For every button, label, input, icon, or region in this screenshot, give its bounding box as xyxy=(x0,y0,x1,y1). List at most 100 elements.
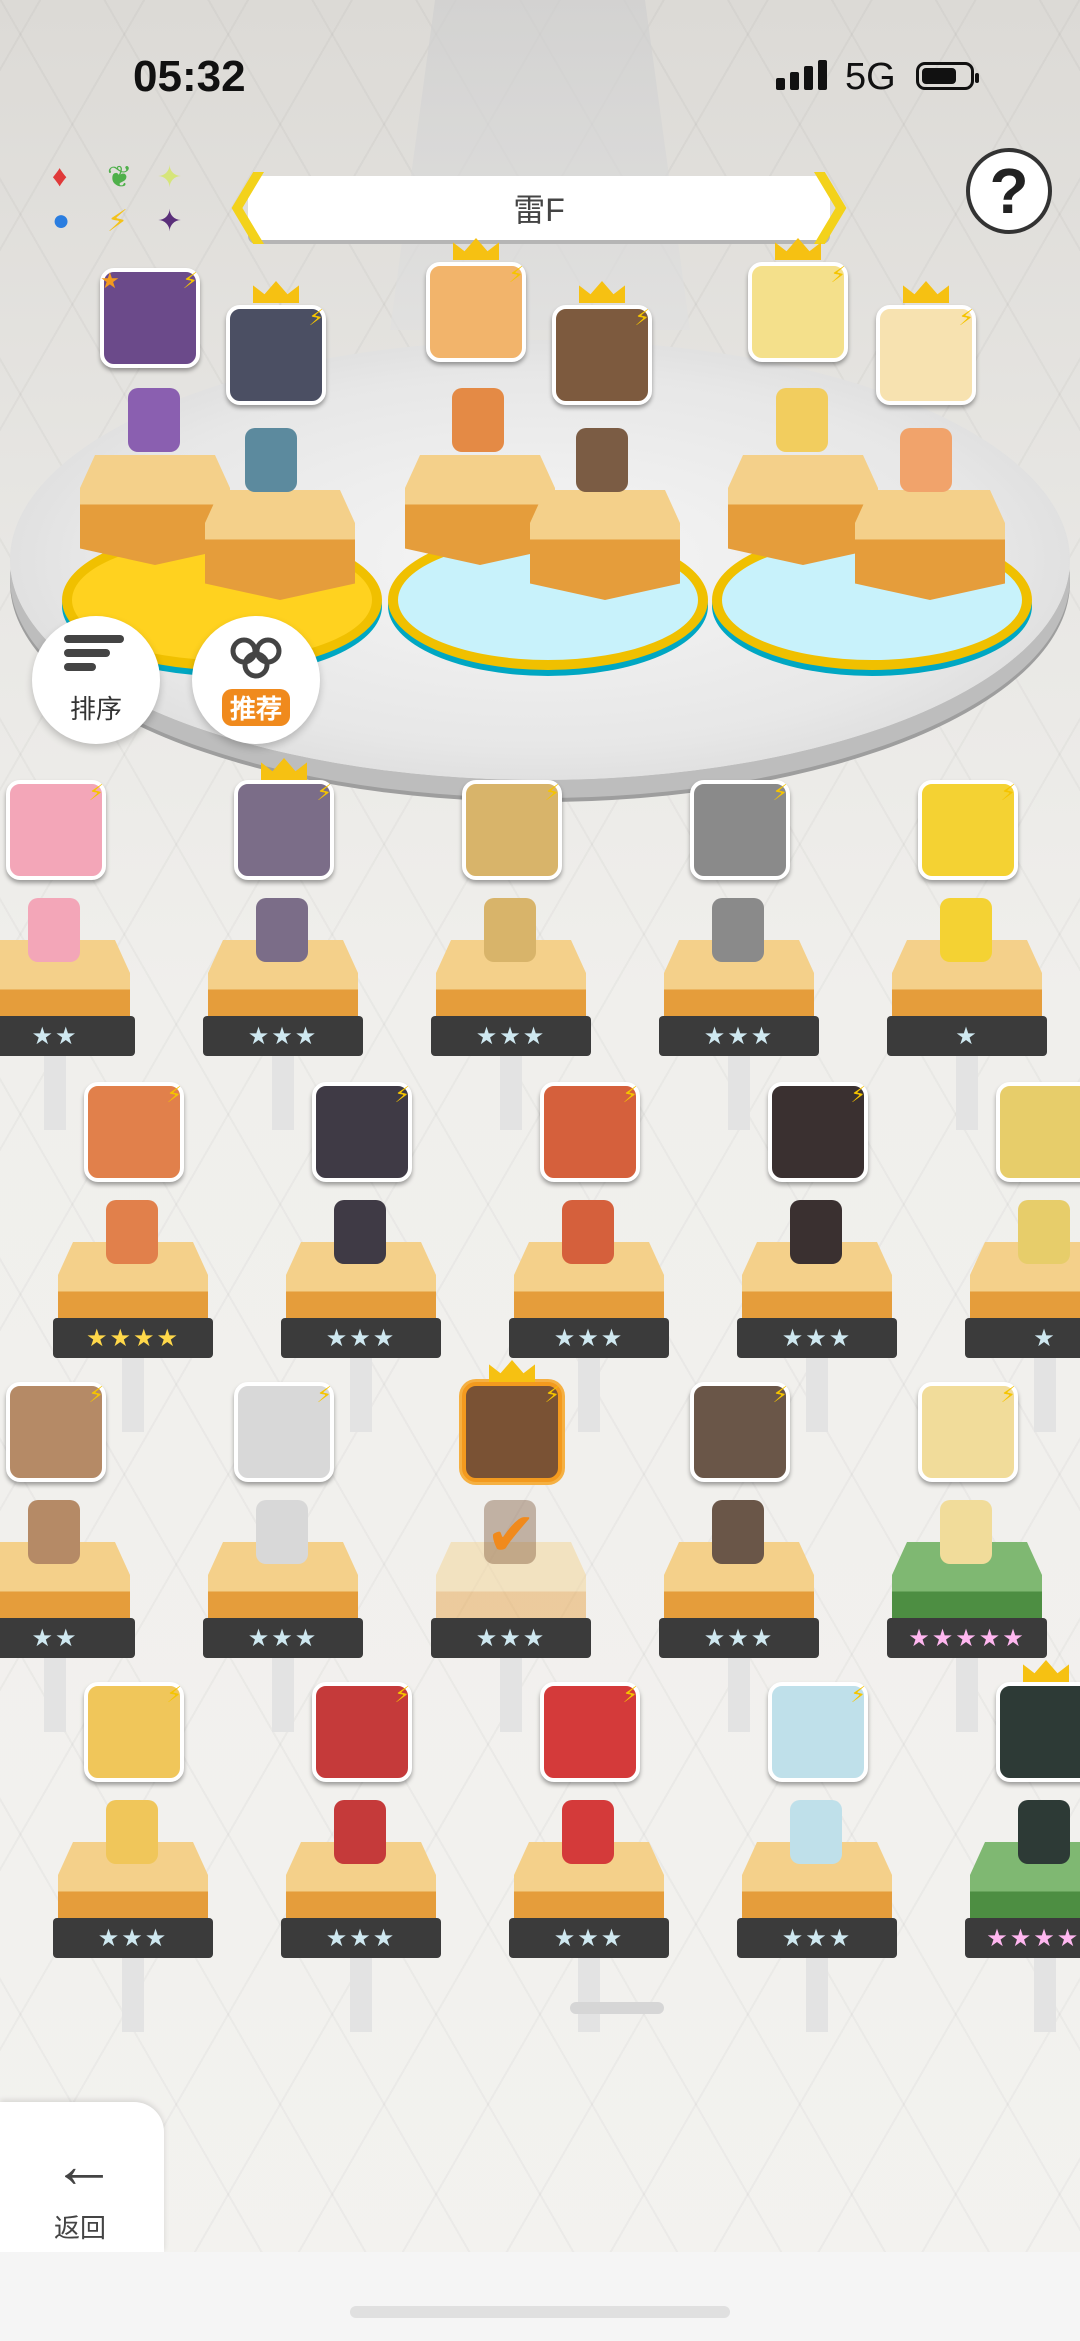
sort-button[interactable]: 排序 xyxy=(32,616,160,744)
unit-portrait[interactable]: ⚡ xyxy=(84,1082,184,1182)
party-portrait[interactable]: ⚡ xyxy=(552,305,652,405)
star-rating: ★★★ xyxy=(281,1318,441,1358)
back-arrow-icon: ← xyxy=(52,2129,116,2201)
star-rating: ★★★ xyxy=(659,1618,819,1658)
thunder-bolt-icon: ⚡ xyxy=(316,780,332,805)
star-rating: ★★★ xyxy=(737,1318,897,1358)
unit-sprite xyxy=(334,1800,386,1864)
star-rating: ★★★ xyxy=(431,1618,591,1658)
star-rating: ★★★★ xyxy=(53,1318,213,1358)
unit-sprite xyxy=(28,898,80,962)
home-indicator xyxy=(350,2306,730,2318)
unit-sprite xyxy=(940,898,992,962)
recommend-button[interactable]: 推荐 xyxy=(192,616,320,744)
unit-portrait[interactable]: ⚡ xyxy=(690,1382,790,1482)
party-portrait[interactable]: ⚡ ★ xyxy=(100,268,200,368)
party-sprite xyxy=(776,388,828,452)
thunder-bolt-icon: ⚡ xyxy=(850,1682,866,1707)
party-portrait[interactable]: ⚡ xyxy=(876,305,976,405)
thunder-bolt-icon: ⚡ xyxy=(182,268,198,293)
party-title: 雷F xyxy=(513,192,565,228)
party-sprite xyxy=(452,388,504,452)
unit-portrait[interactable]: ⚡ xyxy=(234,1382,334,1482)
unit-portrait[interactable]: ⚡ xyxy=(312,1682,412,1782)
star-rating: ★★★ xyxy=(509,1918,669,1958)
fire-element-icon: ♦ xyxy=(52,160,68,193)
help-icon: ? xyxy=(989,155,1029,227)
star-rating: ★ xyxy=(965,1318,1080,1358)
unit-sprite xyxy=(334,1200,386,1264)
party-portrait[interactable]: ⚡ xyxy=(226,305,326,405)
star-rating: ★★★ xyxy=(281,1918,441,1958)
unit-sprite xyxy=(256,1500,308,1564)
thunder-bolt-icon: ⚡ xyxy=(830,262,846,287)
thunder-bolt-icon: ⚡ xyxy=(622,1682,638,1707)
unit-portrait[interactable]: ⚡ xyxy=(996,1682,1080,1782)
unit-portrait[interactable]: ⚡ xyxy=(996,1082,1080,1182)
status-bar: 05:32 5G xyxy=(0,0,1080,160)
party-portrait[interactable]: ⚡ xyxy=(748,262,848,362)
unit-portrait[interactable]: ⚡ xyxy=(690,780,790,880)
back-button[interactable]: ← 返回 xyxy=(0,2102,164,2252)
element-cycle-icon: ♦ ❦ ✦ ● ⚡ ✦ xyxy=(52,160,192,250)
thunder-bolt-icon: ⚡ xyxy=(88,780,104,805)
party-pedestal xyxy=(855,490,1005,600)
unit-portrait[interactable]: ⚡ xyxy=(462,1382,562,1482)
unit-portrait[interactable]: ⚡ xyxy=(6,780,106,880)
unit-portrait[interactable]: ⚡ xyxy=(768,1082,868,1182)
thunder-bolt-icon: ⚡ xyxy=(508,262,524,287)
star-rating: ★★★ xyxy=(53,1918,213,1958)
star-rating: ★★★★★ xyxy=(965,1918,1080,1958)
status-time: 05:32 xyxy=(133,52,246,101)
battery-icon xyxy=(916,62,979,90)
unit-sprite xyxy=(106,1800,158,1864)
drag-handle[interactable] xyxy=(570,2002,664,2014)
party-title-bar: 雷F xyxy=(231,172,830,244)
unit-sprite xyxy=(790,1200,842,1264)
thunder-bolt-icon: ⚡ xyxy=(394,1682,410,1707)
thunder-bolt-icon: ⚡ xyxy=(308,305,324,330)
unit-portrait[interactable]: ⚡ xyxy=(540,1082,640,1182)
unit-sprite xyxy=(256,898,308,962)
party-portrait[interactable]: ⚡ xyxy=(426,262,526,362)
thunder-bolt-icon: ⚡ xyxy=(166,1682,182,1707)
thunder-bolt-icon: ⚡ xyxy=(772,780,788,805)
unit-sprite xyxy=(28,1500,80,1564)
unit-portrait[interactable]: ⚡ xyxy=(540,1682,640,1782)
unit-portrait[interactable]: ⚡ xyxy=(312,1082,412,1182)
thunder-bolt-icon: ⚡ xyxy=(544,1382,560,1407)
unit-sprite xyxy=(562,1200,614,1264)
signal-icon xyxy=(776,60,827,90)
thunder-bolt-icon: ⚡ xyxy=(166,1082,182,1107)
party-sprite xyxy=(900,428,952,492)
unit-portrait[interactable]: ⚡ xyxy=(84,1682,184,1782)
party-sprite xyxy=(576,428,628,492)
thunder-bolt-icon: ⚡ xyxy=(88,1382,104,1407)
thunder-bolt-icon: ⚡ xyxy=(622,1082,638,1107)
star-rating: ★★★ xyxy=(203,1016,363,1056)
help-button[interactable]: ? xyxy=(966,148,1052,234)
sort-label: 排序 xyxy=(69,693,122,724)
back-label: 返回 xyxy=(54,2213,107,2243)
star-rating: ★★ xyxy=(0,1016,135,1056)
unit-portrait[interactable]: ⚡ xyxy=(6,1382,106,1482)
unit-sprite xyxy=(106,1200,158,1264)
light-element-icon: ✦ xyxy=(157,161,183,194)
dark-element-icon: ✦ xyxy=(157,205,183,238)
unit-portrait[interactable]: ⚡ xyxy=(918,1382,1018,1482)
network-label: 5G xyxy=(845,56,896,98)
thunder-bolt-icon: ⚡ xyxy=(1000,780,1016,805)
unit-sprite xyxy=(1018,1200,1070,1264)
unit-portrait[interactable]: ⚡ xyxy=(234,780,334,880)
thunder-bolt-icon: ⚡ xyxy=(634,305,650,330)
water-element-icon: ● xyxy=(52,204,71,237)
party-sprite xyxy=(128,388,180,452)
sort-icon xyxy=(64,634,128,683)
unit-sprite xyxy=(940,1500,992,1564)
star-rating: ★★★ xyxy=(509,1318,669,1358)
thunder-bolt-icon: ⚡ xyxy=(544,780,560,805)
star-rating: ★★★ xyxy=(659,1016,819,1056)
unit-portrait[interactable]: ⚡ xyxy=(462,780,562,880)
unit-portrait[interactable]: ⚡ xyxy=(918,780,1018,880)
unit-portrait[interactable]: ⚡ xyxy=(768,1682,868,1782)
